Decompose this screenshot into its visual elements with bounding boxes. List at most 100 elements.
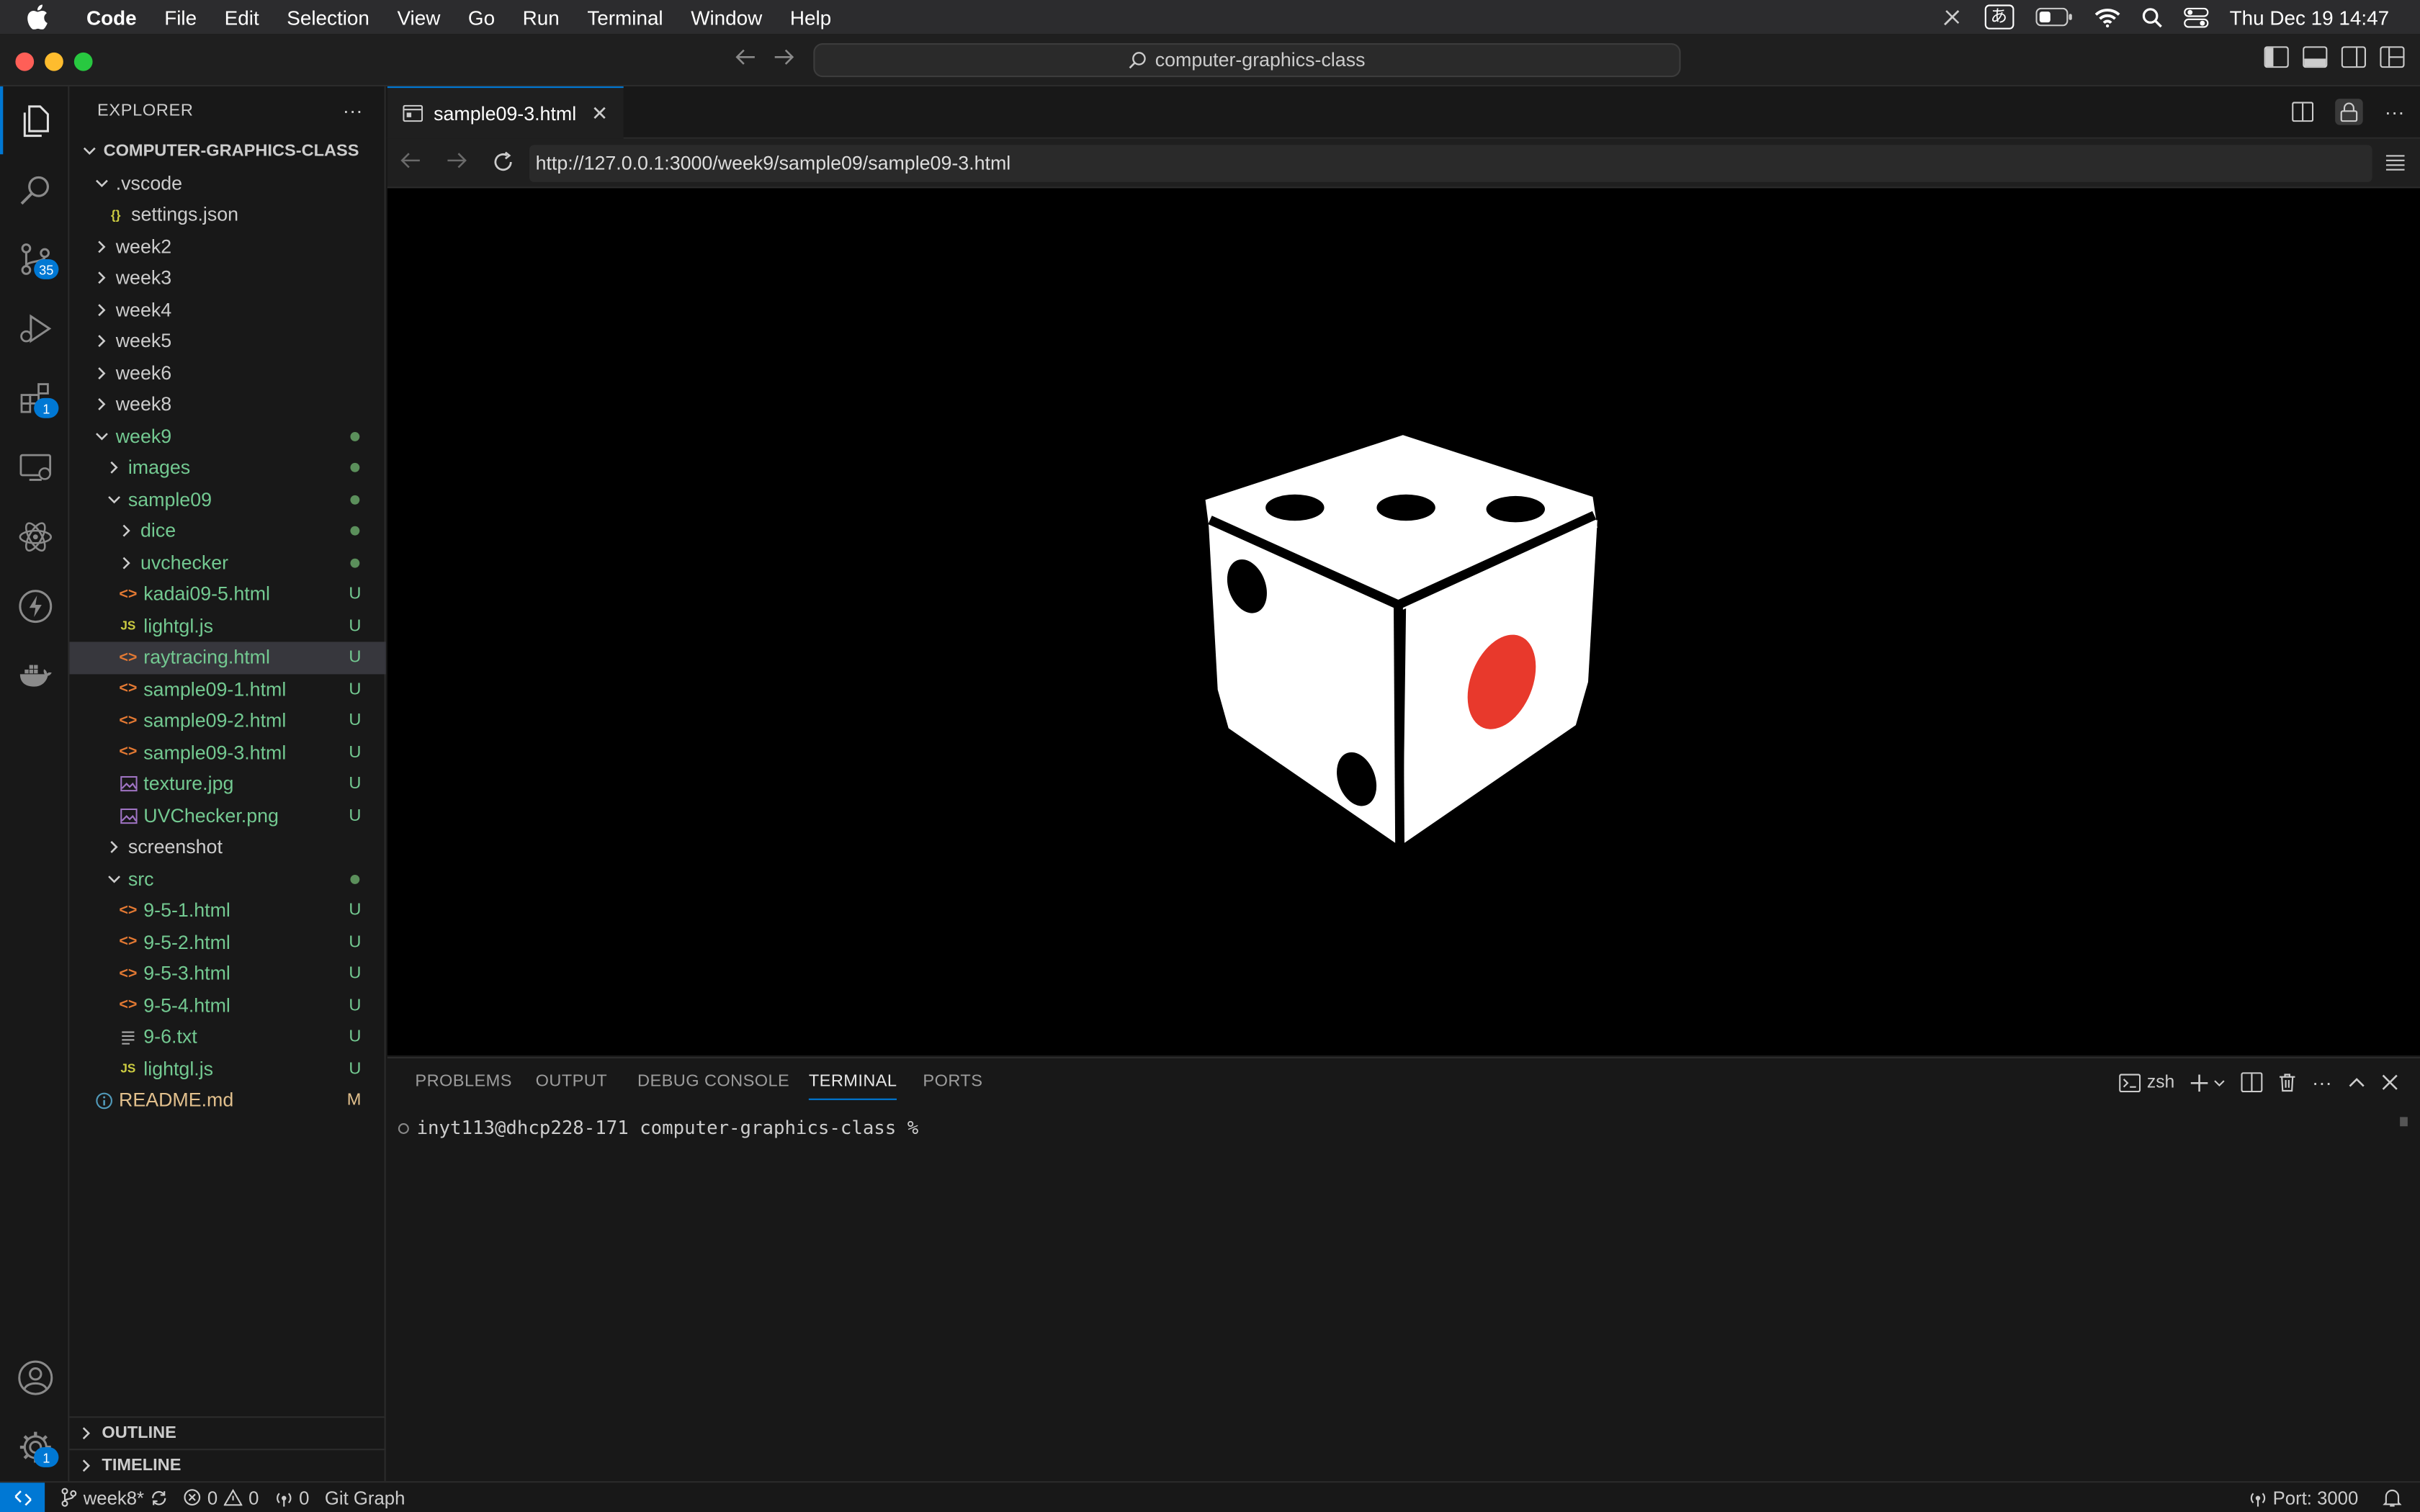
tree-item[interactable]: screenshot xyxy=(69,832,385,863)
close-icon[interactable]: ✕ xyxy=(591,101,608,125)
battery-icon[interactable] xyxy=(2035,7,2072,27)
menubar-clock[interactable]: Thu Dec 19 14:47 xyxy=(2230,6,2389,29)
menu-app-code[interactable]: Code xyxy=(73,6,151,29)
terminal-output[interactable]: inyt113@dhcp228-171 computer-graphics-cl… xyxy=(398,1117,918,1138)
ports-item[interactable]: 0 xyxy=(274,1487,309,1508)
tree-item[interactable]: src xyxy=(69,863,385,895)
pen-slash-icon[interactable] xyxy=(1941,6,1963,28)
menu-view[interactable]: View xyxy=(383,6,454,29)
tree-item[interactable]: UVChecker.png U xyxy=(69,800,385,832)
split-editor-icon[interactable] xyxy=(2292,102,2314,122)
tree-item[interactable]: week5 xyxy=(69,325,385,357)
lock-icon[interactable] xyxy=(2335,99,2363,125)
tree-item[interactable]: week2 xyxy=(69,230,385,262)
tab-terminal[interactable]: TERMINAL xyxy=(808,1072,897,1100)
more-actions-icon[interactable]: ··· xyxy=(2312,1071,2332,1094)
accounts-icon[interactable] xyxy=(15,1358,54,1397)
tree-item[interactable]: week3 xyxy=(69,262,385,294)
tree-item[interactable]: JS lightgl.js U xyxy=(69,611,385,642)
tree-item[interactable]: images xyxy=(69,452,385,484)
toggle-primary-sidebar-icon[interactable] xyxy=(2264,46,2289,68)
menu-file[interactable]: File xyxy=(151,6,210,29)
menu-selection[interactable]: Selection xyxy=(273,6,383,29)
notifications-bell-icon[interactable] xyxy=(2383,1488,2402,1508)
remote-explorer-icon[interactable] xyxy=(15,447,54,486)
tree-item[interactable]: uvchecker xyxy=(69,547,385,579)
menu-window[interactable]: Window xyxy=(677,6,776,29)
menu-go[interactable]: Go xyxy=(454,6,509,29)
tree-item[interactable]: <> sample09-1.html U xyxy=(69,673,385,705)
tree-item[interactable]: sample09 xyxy=(69,484,385,516)
react-atom-icon[interactable] xyxy=(15,517,54,556)
tree-item[interactable]: week9 xyxy=(69,420,385,452)
window-close-button[interactable] xyxy=(15,52,35,71)
tree-item[interactable]: README.md M xyxy=(69,1084,385,1116)
tree-item[interactable]: <> kadai09-5.html U xyxy=(69,579,385,611)
new-terminal-icon[interactable] xyxy=(2190,1073,2226,1092)
terminal-shell-selector[interactable]: zsh xyxy=(2119,1073,2174,1092)
tree-item[interactable]: {} settings.json xyxy=(69,199,385,230)
workspace-root-folder[interactable]: COMPUTER-GRAPHICS-CLASS xyxy=(69,136,385,168)
tab-debug-console[interactable]: DEBUG CONSOLE xyxy=(637,1072,789,1091)
split-terminal-icon[interactable] xyxy=(2241,1072,2263,1093)
apple-icon[interactable] xyxy=(26,4,54,30)
tree-item[interactable]: <> 9-5-4.html U xyxy=(69,990,385,1022)
customize-layout-icon[interactable] xyxy=(2380,46,2405,68)
go-forward-icon[interactable] xyxy=(774,48,795,66)
tree-item[interactable]: 9-6.txt U xyxy=(69,1022,385,1053)
toggle-panel-icon[interactable] xyxy=(2303,46,2328,68)
menu-terminal[interactable]: Terminal xyxy=(573,6,677,29)
window-zoom-button[interactable] xyxy=(73,52,93,71)
outline-section[interactable]: OUTLINE xyxy=(69,1416,386,1449)
live-server-port[interactable]: Port: 3000 xyxy=(2248,1487,2358,1508)
menu-edit[interactable]: Edit xyxy=(210,6,273,29)
git-graph-button[interactable]: Git Graph xyxy=(325,1487,405,1508)
run-and-debug-icon[interactable] xyxy=(15,309,54,348)
tree-item[interactable]: <> 9-5-2.html U xyxy=(69,927,385,958)
tab-ports[interactable]: PORTS xyxy=(923,1072,982,1091)
remote-indicator[interactable] xyxy=(0,1482,45,1512)
tree-item[interactable]: <> 9-5-1.html U xyxy=(69,895,385,927)
command-center-search[interactable]: computer-graphics-class xyxy=(813,43,1681,78)
close-panel-icon[interactable] xyxy=(2381,1074,2398,1091)
tree-item[interactable]: <> 9-5-3.html U xyxy=(69,958,385,990)
thunder-client-icon[interactable] xyxy=(15,586,54,625)
go-back-icon[interactable] xyxy=(735,48,756,66)
browser-back-icon[interactable] xyxy=(400,151,421,170)
menu-help[interactable]: Help xyxy=(776,6,846,29)
spotlight-search-icon[interactable] xyxy=(2142,7,2162,27)
menu-run[interactable]: Run xyxy=(508,6,573,29)
tab-output[interactable]: OUTPUT xyxy=(536,1072,607,1091)
search-view-icon[interactable] xyxy=(15,170,54,209)
tree-item[interactable]: JS lightgl.js U xyxy=(69,1053,385,1085)
window-minimize-button[interactable] xyxy=(45,52,63,71)
browser-forward-icon[interactable] xyxy=(446,151,467,170)
maximize-panel-icon[interactable] xyxy=(2347,1075,2366,1090)
tree-item[interactable]: week8 xyxy=(69,389,385,420)
git-branch-item[interactable]: week8* xyxy=(60,1487,169,1508)
tree-item[interactable]: .vscode xyxy=(69,168,385,199)
url-input[interactable]: http://127.0.0.1:3000/week9/sample09/sam… xyxy=(529,145,2372,182)
tab-problems[interactable]: PROBLEMS xyxy=(415,1072,511,1091)
timeline-section[interactable]: TIMELINE xyxy=(69,1449,386,1481)
trash-icon[interactable] xyxy=(2278,1072,2297,1092)
toggle-secondary-sidebar-icon[interactable] xyxy=(2341,46,2366,68)
tab-sample09-3[interactable]: sample09-3.html ✕ xyxy=(387,86,624,139)
tree-item[interactable]: week6 xyxy=(69,357,385,389)
input-method-icon[interactable]: あ xyxy=(1984,4,2014,30)
tree-item[interactable]: texture.jpg U xyxy=(69,768,385,800)
docker-icon[interactable] xyxy=(15,656,54,695)
more-actions-icon[interactable]: ··· xyxy=(343,99,363,122)
explorer-files-icon[interactable] xyxy=(15,100,54,139)
tree-item[interactable]: <> sample09-3.html U xyxy=(69,737,385,768)
more-actions-icon[interactable]: ··· xyxy=(2385,100,2405,123)
tree-item[interactable]: <> raytracing.html U xyxy=(69,642,386,674)
control-center-icon[interactable] xyxy=(2183,6,2208,27)
browser-viewport[interactable] xyxy=(387,188,2420,1056)
tree-item[interactable]: week4 xyxy=(69,294,385,325)
terminal-scrollbar[interactable] xyxy=(2400,1117,2408,1127)
tree-item[interactable]: <> sample09-2.html U xyxy=(69,705,385,737)
browser-reload-icon[interactable] xyxy=(493,151,514,173)
tree-item[interactable]: dice xyxy=(69,516,385,547)
problems-item[interactable]: 0 0 xyxy=(184,1487,259,1508)
